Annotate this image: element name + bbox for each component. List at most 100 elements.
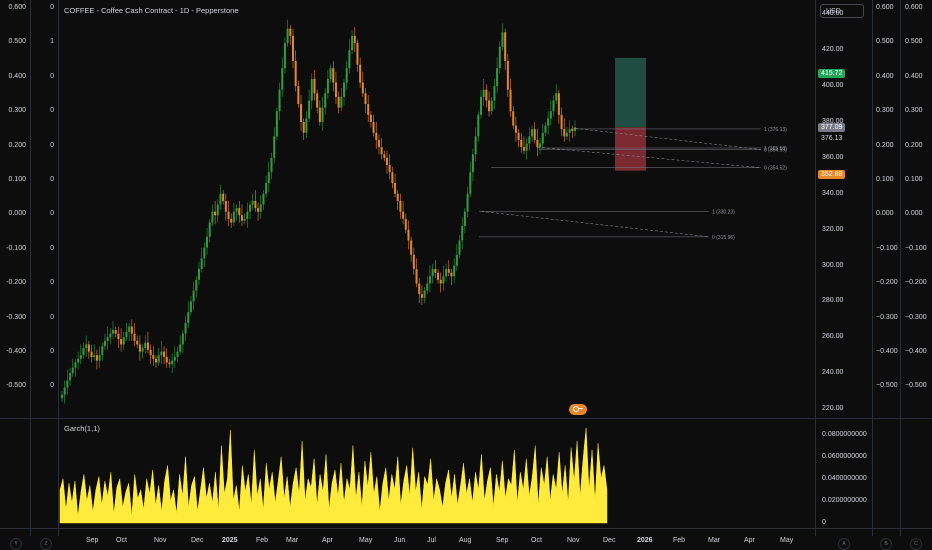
corner-button-z[interactable]: Z xyxy=(40,538,52,550)
last-price-label: 376.13 xyxy=(821,135,843,142)
scroll-to-realtime-icon[interactable] xyxy=(569,404,587,415)
candle-body xyxy=(439,279,442,284)
candle-body xyxy=(388,165,391,173)
right-mid-tick: −0.300 xyxy=(876,313,898,321)
candle-body xyxy=(367,104,370,115)
time-axis-label: Oct xyxy=(531,537,542,544)
left-inner-tick: 0 xyxy=(50,4,54,11)
time-axis-label: Nov xyxy=(567,537,580,544)
corner-button-c[interactable]: C xyxy=(910,538,922,550)
candle-body xyxy=(106,337,109,341)
garch-axis-tick: 0.0600000000 xyxy=(822,452,867,460)
price-axis-tick: 300.00 xyxy=(822,261,844,269)
candle-body xyxy=(101,346,104,356)
candle-body xyxy=(310,78,313,101)
candle-body xyxy=(450,272,453,277)
price-axis-tick: 340.00 xyxy=(822,189,844,197)
price-axis-divider xyxy=(815,0,816,536)
stop-zone[interactable] xyxy=(615,127,646,171)
candle-body xyxy=(466,193,469,212)
candle-body xyxy=(302,121,305,133)
candle-body xyxy=(112,330,115,334)
candle-body xyxy=(192,290,195,302)
candle-body xyxy=(463,211,466,227)
candle-body xyxy=(402,211,405,219)
candle-body xyxy=(98,355,101,361)
corner-button-b[interactable]: B xyxy=(880,538,892,550)
candle-body xyxy=(173,357,176,361)
fib-level-label: 0 (315.96) xyxy=(712,235,735,241)
left-axis-tick: 0.400 xyxy=(8,72,26,80)
garch-axis-tick: 0.0400000000 xyxy=(822,474,867,482)
candle-body xyxy=(130,326,133,334)
candle-body xyxy=(380,147,383,155)
right-axis-tick: −0.200 xyxy=(905,279,927,287)
candle-body xyxy=(283,43,286,69)
garch-chart[interactable] xyxy=(59,419,815,528)
candle-body xyxy=(431,269,434,277)
candle-body xyxy=(114,330,117,334)
price-chart[interactable]: 1 (376.13)1 (365.50)0 (364.59)0 (354.52)… xyxy=(59,0,815,418)
candle-body xyxy=(404,218,407,230)
candle-body xyxy=(517,132,520,140)
candle-body xyxy=(321,107,324,122)
left-inner-tick: 0 xyxy=(50,141,54,149)
candle-body xyxy=(343,82,346,97)
right-axis-tick: 0.100 xyxy=(905,176,923,183)
candle-body xyxy=(61,394,63,399)
target-zone[interactable] xyxy=(615,57,646,128)
candle-body xyxy=(305,118,308,133)
candle-body xyxy=(455,254,458,266)
candle-body xyxy=(356,43,359,65)
candle-body xyxy=(230,218,233,223)
time-axis-label: Sep xyxy=(86,537,99,544)
right-mid-tick: −0.100 xyxy=(876,244,898,252)
candle-body xyxy=(93,355,96,358)
candle-body xyxy=(412,254,415,270)
candle-body xyxy=(391,172,394,183)
candle-body xyxy=(235,208,238,212)
candle-body xyxy=(418,283,421,295)
candle-body xyxy=(74,362,77,368)
corner-button-a[interactable]: A xyxy=(838,538,850,550)
candle-body xyxy=(426,283,429,291)
candle-body xyxy=(316,93,319,108)
candle-body xyxy=(461,226,464,241)
fib-level-label: 0 (354.52) xyxy=(764,166,787,172)
candle-body xyxy=(155,358,158,363)
candle-body xyxy=(82,348,85,356)
candle-body xyxy=(103,340,106,347)
fib-level-label: 1 (330.23) xyxy=(712,209,735,215)
candle-body xyxy=(324,93,327,108)
candle-body xyxy=(152,355,155,359)
left-axis-tick: -0.400 xyxy=(6,348,26,355)
candle-body xyxy=(326,78,329,94)
candle-body xyxy=(249,204,252,212)
candle-body xyxy=(552,100,555,112)
candle-body xyxy=(297,86,300,105)
candle-body xyxy=(399,200,402,212)
price-axis-tick: 360.00 xyxy=(822,153,844,161)
candle-body xyxy=(179,344,182,352)
corner-button-y[interactable]: Y xyxy=(10,538,22,550)
candle-body xyxy=(525,143,528,151)
candle-body xyxy=(531,129,534,137)
time-axis-label: May xyxy=(780,537,794,544)
candle-body xyxy=(141,348,144,352)
candle-body xyxy=(396,193,399,201)
left-axis-tick: -0.300 xyxy=(6,313,26,321)
garch-axis-tick: 0 xyxy=(822,519,826,526)
left-axis-tick: 0.600 xyxy=(8,4,26,11)
candle-body xyxy=(251,200,254,205)
candle-body xyxy=(77,358,80,363)
left-axis-tick: -0.100 xyxy=(6,244,26,252)
candle-body xyxy=(254,200,257,209)
time-axis-label: Jun xyxy=(394,537,406,544)
candle-body xyxy=(69,373,72,381)
candle-body xyxy=(211,211,214,223)
candle-body xyxy=(493,86,496,101)
candle-body xyxy=(490,100,493,112)
candle-body xyxy=(434,269,437,273)
candle-body xyxy=(361,82,364,94)
candle-body xyxy=(168,362,171,365)
